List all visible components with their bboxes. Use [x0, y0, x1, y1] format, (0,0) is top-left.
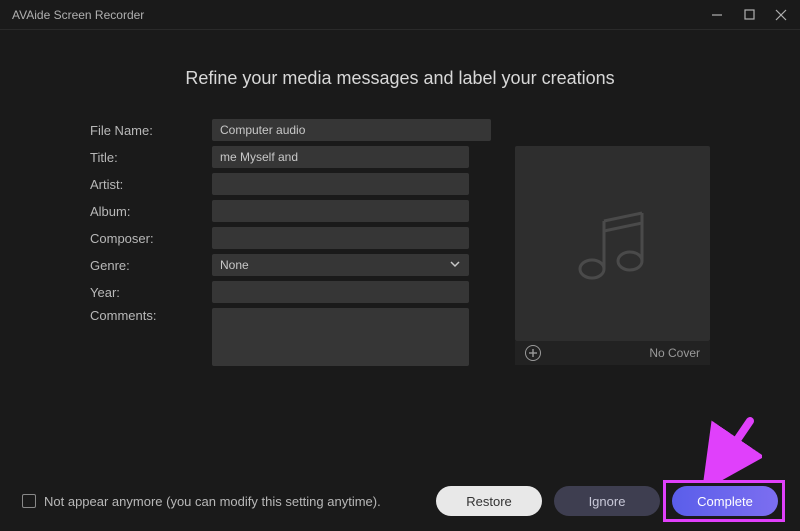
chevron-down-icon	[449, 258, 461, 273]
album-row: Album:	[90, 200, 491, 222]
album-label: Album:	[90, 204, 212, 219]
not-appear-label: Not appear anymore (you can modify this …	[44, 494, 381, 509]
not-appear-checkbox[interactable]	[22, 494, 36, 508]
music-note-icon	[568, 199, 658, 289]
title-label: Title:	[90, 150, 212, 165]
cover-column: No Cover	[515, 119, 710, 376]
composer-label: Composer:	[90, 231, 212, 246]
cover-preview	[515, 146, 710, 341]
window-controls	[710, 8, 788, 22]
filename-input[interactable]	[212, 119, 491, 141]
action-buttons: Restore Ignore Complete	[436, 486, 778, 516]
maximize-button[interactable]	[742, 8, 756, 22]
artist-label: Artist:	[90, 177, 212, 192]
plus-icon	[528, 348, 538, 358]
genre-row: Genre: None	[90, 254, 491, 276]
minimize-button[interactable]	[710, 8, 724, 22]
restore-button[interactable]: Restore	[436, 486, 542, 516]
close-button[interactable]	[774, 8, 788, 22]
artist-row: Artist:	[90, 173, 491, 195]
content-area: File Name: Title: Artist: Album: Compose…	[0, 119, 800, 376]
title-row: Title:	[90, 146, 491, 168]
genre-value: None	[220, 258, 249, 272]
genre-select[interactable]: None	[212, 254, 469, 276]
album-input[interactable]	[212, 200, 469, 222]
composer-input[interactable]	[212, 227, 469, 249]
filename-row: File Name:	[90, 119, 491, 141]
artist-input[interactable]	[212, 173, 469, 195]
ignore-button[interactable]: Ignore	[554, 486, 660, 516]
year-label: Year:	[90, 285, 212, 300]
bottom-bar: Not appear anymore (you can modify this …	[0, 486, 800, 516]
not-appear-group: Not appear anymore (you can modify this …	[22, 494, 381, 509]
app-title: AVAide Screen Recorder	[12, 8, 144, 22]
annotation-arrow-icon	[702, 413, 762, 483]
complete-button[interactable]: Complete	[672, 486, 778, 516]
genre-label: Genre:	[90, 258, 212, 273]
comments-label: Comments:	[90, 308, 212, 323]
comments-row: Comments:	[90, 308, 491, 371]
titlebar: AVAide Screen Recorder	[0, 0, 800, 30]
cover-footer: No Cover	[515, 341, 710, 365]
composer-row: Composer:	[90, 227, 491, 249]
year-input[interactable]	[212, 281, 469, 303]
no-cover-label: No Cover	[649, 346, 700, 360]
add-cover-button[interactable]	[525, 345, 541, 361]
comments-input[interactable]	[212, 308, 469, 366]
form-column: File Name: Title: Artist: Album: Compose…	[90, 119, 491, 376]
title-input[interactable]	[212, 146, 469, 168]
page-heading: Refine your media messages and label you…	[0, 68, 800, 89]
year-row: Year:	[90, 281, 491, 303]
filename-label: File Name:	[90, 123, 212, 138]
